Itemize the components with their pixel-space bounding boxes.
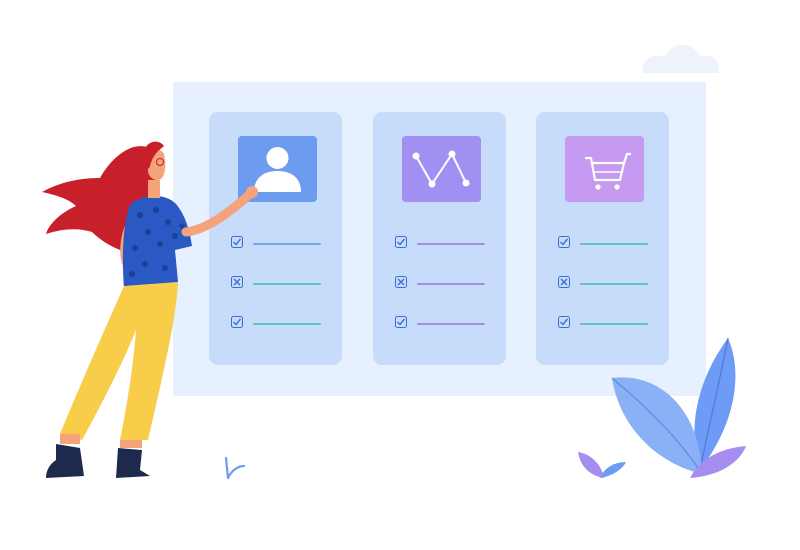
illustration-scene xyxy=(0,0,800,550)
plant-leaves-icon xyxy=(224,337,746,480)
